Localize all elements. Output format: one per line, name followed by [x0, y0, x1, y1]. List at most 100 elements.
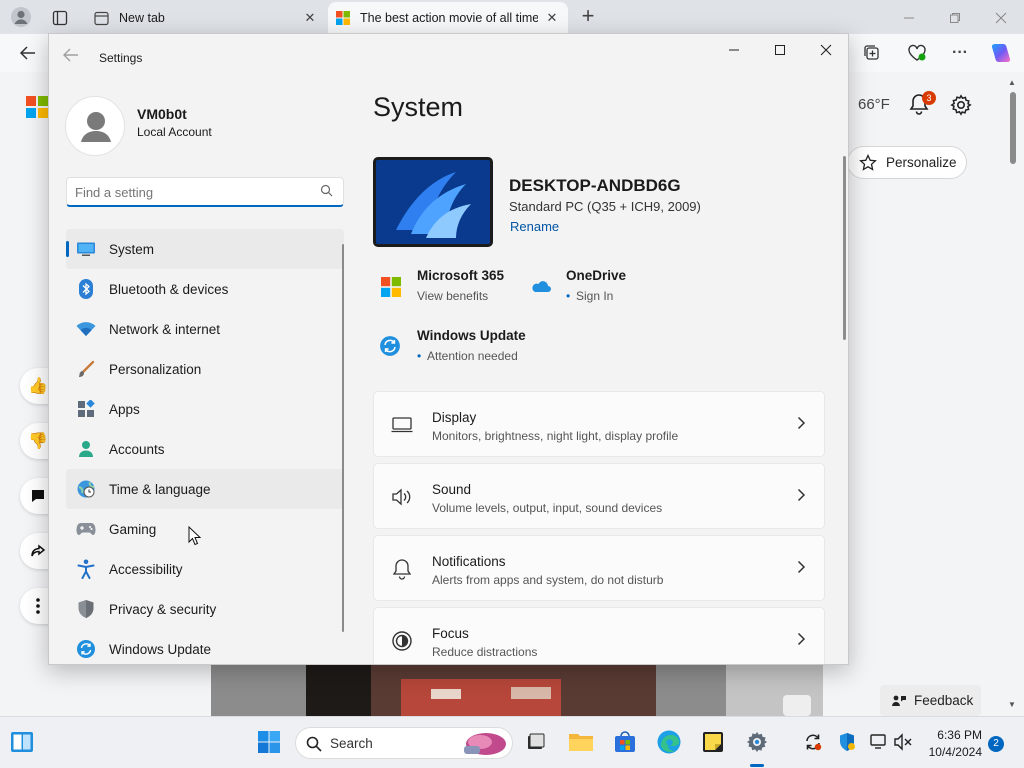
new-tab-button[interactable]: +	[577, 3, 599, 28]
nav-item-accounts[interactable]: Accounts	[66, 429, 344, 469]
collections-icon[interactable]	[861, 42, 883, 64]
nav-item-personalization[interactable]: Personalization	[66, 349, 344, 389]
window-title: Settings	[99, 51, 143, 65]
card-focus[interactable]: Focus Reduce distractions	[373, 607, 825, 664]
microsoft-logo-icon	[336, 11, 350, 25]
card-notifications[interactable]: Notifications Alerts from apps and syste…	[373, 535, 825, 601]
taskbar-search-label: Search	[330, 736, 373, 751]
windows-update-title[interactable]: Windows Update	[417, 328, 526, 343]
status-dot: •	[417, 349, 422, 363]
tab-title: The best action movie of all time	[360, 11, 538, 25]
chevron-right-icon	[796, 560, 806, 579]
profile-avatar-icon[interactable]	[10, 6, 32, 28]
notification-center-badge[interactable]: 2	[988, 736, 1004, 752]
sparkle-star-icon	[859, 153, 877, 175]
new-tab-page-icon	[94, 11, 109, 26]
onedrive-cloud-icon[interactable]	[529, 278, 551, 299]
task-view-icon[interactable]	[520, 727, 550, 757]
settings-nav: System Bluetooth & devices Network & int…	[66, 229, 344, 664]
page-scrollbar-thumb[interactable]	[1010, 92, 1016, 164]
onedrive-title[interactable]: OneDrive	[566, 268, 626, 283]
page-scroll-up-icon[interactable]: ▲	[1008, 78, 1016, 87]
file-explorer-icon[interactable]	[566, 727, 596, 757]
m365-title[interactable]: Microsoft 365	[417, 268, 504, 283]
nav-item-accessibility[interactable]: Accessibility	[66, 549, 344, 589]
content-scrollbar-thumb[interactable]	[843, 156, 846, 340]
windows-update-subtitle: Attention needed	[427, 349, 518, 363]
nav-item-label: Time & language	[109, 481, 211, 497]
video-thumbnail[interactable]	[211, 665, 823, 716]
taskbar: Search	[0, 716, 1024, 768]
tab-actions-icon[interactable]	[50, 8, 70, 28]
tab-active-movie[interactable]: The best action movie of all time ✕	[328, 2, 568, 34]
browser-restore-icon[interactable]	[942, 8, 968, 28]
nav-scrollbar-thumb[interactable]	[342, 244, 344, 632]
browser-tab-bar: New tab ✕ The best action movie of all t…	[0, 0, 1024, 34]
apps-icon	[75, 398, 97, 420]
widgets-icon[interactable]	[7, 727, 37, 757]
nav-item-system[interactable]: System	[66, 229, 344, 269]
nav-item-privacy[interactable]: Privacy & security	[66, 589, 344, 629]
settings-content: System DESKTOP-ANDBD6G Standard PC (Q35 …	[373, 34, 848, 664]
browser-close-icon[interactable]	[988, 8, 1014, 28]
windows-update-tray-icon[interactable]	[798, 727, 828, 757]
settings-search-box[interactable]	[66, 177, 344, 207]
card-title: Focus	[432, 626, 469, 641]
more-menu-icon[interactable]: ···	[948, 42, 972, 64]
clock-date[interactable]: 10/4/2024	[922, 745, 982, 759]
back-arrow-icon[interactable]	[63, 48, 79, 66]
page-settings-gear-icon[interactable]	[950, 94, 972, 121]
microsoft-365-icon[interactable]	[381, 277, 401, 302]
nav-item-bluetooth[interactable]: Bluetooth & devices	[66, 269, 344, 309]
page-title: System	[373, 92, 464, 122]
taskbar-search-box[interactable]: Search	[295, 727, 513, 759]
wifi-icon	[75, 318, 97, 340]
nav-item-network[interactable]: Network & internet	[66, 309, 344, 349]
brush-icon	[75, 358, 97, 380]
bell-icon	[391, 558, 413, 580]
card-subtitle: Volume levels, output, input, sound devi…	[432, 501, 663, 515]
sticky-notes-icon[interactable]	[698, 727, 728, 757]
card-display[interactable]: Display Monitors, brightness, night ligh…	[373, 391, 825, 457]
page-scroll-down-icon[interactable]: ▼	[1008, 700, 1016, 709]
feedback-button[interactable]: Feedback	[880, 685, 981, 716]
browser-essentials-icon[interactable]	[905, 42, 929, 64]
rename-link[interactable]: Rename	[510, 219, 559, 234]
tab-title: New tab	[119, 11, 165, 25]
edge-browser-icon[interactable]	[654, 727, 684, 757]
card-subtitle: Alerts from apps and system, do not dist…	[432, 573, 664, 587]
back-arrow-icon[interactable]	[16, 42, 40, 64]
nav-item-gaming[interactable]: Gaming	[66, 509, 344, 549]
nav-item-windows-update[interactable]: Windows Update	[66, 629, 344, 664]
device-model: Standard PC (Q35 + ICH9, 2009)	[509, 199, 701, 214]
browser-minimize-icon[interactable]	[896, 8, 922, 28]
tab-new-tab[interactable]: New tab ✕	[84, 2, 326, 34]
nav-item-label: Accounts	[109, 441, 165, 457]
nav-item-label: Privacy & security	[109, 601, 217, 617]
microsoft-store-icon[interactable]	[610, 727, 640, 757]
clock-time[interactable]: 6:36 PM	[930, 728, 982, 742]
card-sound[interactable]: Sound Volume levels, output, input, soun…	[373, 463, 825, 529]
weather-temperature[interactable]: 66°F	[858, 96, 890, 113]
card-title: Display	[432, 410, 477, 425]
close-tab-icon[interactable]: ✕	[302, 10, 318, 26]
avatar[interactable]	[65, 96, 125, 156]
start-windows-icon[interactable]	[254, 727, 284, 757]
display-icon	[391, 414, 413, 436]
notifications-count-badge: 3	[922, 91, 936, 105]
focus-icon	[391, 630, 413, 652]
close-tab-icon[interactable]: ✕	[544, 10, 560, 26]
speaker-muted-icon[interactable]	[888, 727, 918, 757]
gamepad-icon	[75, 518, 97, 540]
copilot-icon[interactable]	[988, 40, 1014, 66]
feedback-label: Feedback	[914, 693, 974, 708]
nav-item-apps[interactable]: Apps	[66, 389, 344, 429]
windows-update-icon[interactable]	[379, 335, 401, 362]
personalize-button[interactable]: Personalize	[847, 146, 967, 179]
nav-item-label: Network & internet	[109, 321, 221, 337]
security-shield-icon[interactable]	[832, 727, 862, 757]
device-name: DESKTOP-ANDBD6G	[509, 176, 681, 195]
nav-item-time-language[interactable]: Time & language	[66, 469, 344, 509]
search-input[interactable]	[75, 182, 305, 202]
settings-gear-icon[interactable]	[742, 727, 772, 757]
